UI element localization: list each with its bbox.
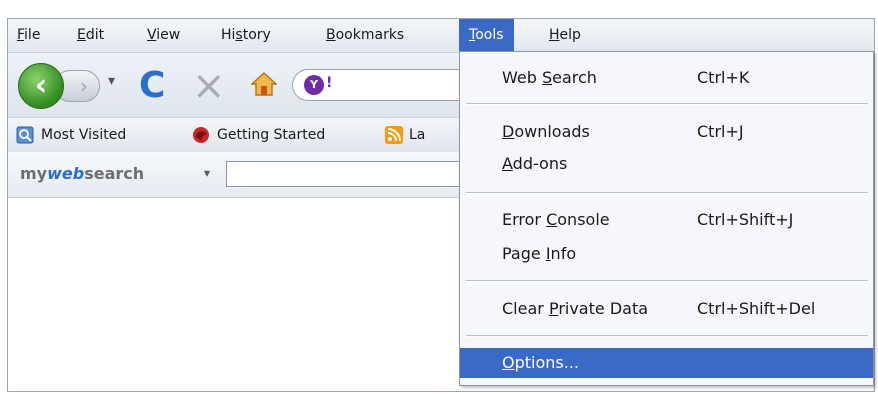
menu-item-web-search[interactable]: Web Search Ctrl+K	[460, 63, 873, 93]
search-engine-dropdown-icon[interactable]: ▾	[204, 166, 210, 180]
menu-item-add-ons[interactable]: Add-ons	[460, 149, 873, 179]
home-icon[interactable]	[251, 71, 277, 97]
menu-help[interactable]: Help	[549, 27, 581, 43]
menu-item-page-info[interactable]: Page Info	[460, 239, 873, 269]
menu-item-options[interactable]: Options...	[460, 348, 873, 378]
menu-bar: File Edit View History Bookmarks Tools H…	[8, 19, 874, 53]
menu-item-downloads[interactable]: Downloads Ctrl+J	[460, 117, 873, 147]
menu-file[interactable]: File	[17, 27, 40, 43]
menu-separator	[466, 103, 868, 105]
bookmark-getting-started[interactable]: Getting Started	[217, 127, 325, 143]
menu-view[interactable]: View	[147, 27, 180, 43]
most-visited-icon	[16, 126, 34, 144]
stop-icon[interactable]: ×	[192, 63, 226, 109]
history-dropdown-icon[interactable]: ▾	[108, 73, 115, 89]
menu-separator	[466, 335, 868, 337]
forward-arrow-icon: ›	[80, 74, 88, 98]
menu-item-error-console[interactable]: Error Console Ctrl+Shift+J	[460, 205, 873, 235]
back-arrow-icon: ‹	[34, 68, 48, 103]
back-button[interactable]: ‹	[18, 63, 64, 109]
menu-tools[interactable]: Tools	[459, 19, 514, 52]
menu-item-clear-private-data[interactable]: Clear Private Data Ctrl+Shift+Del	[460, 294, 873, 324]
menu-edit[interactable]: Edit	[77, 27, 104, 43]
bookmark-most-visited[interactable]: Most Visited	[41, 127, 126, 143]
menu-history[interactable]: History	[221, 27, 271, 43]
yahoo-icon: Y	[304, 75, 324, 95]
menu-bookmarks[interactable]: Bookmarks	[326, 27, 404, 43]
menu-separator	[466, 280, 868, 282]
mywebsearch-logo[interactable]: mywebsearch	[20, 164, 144, 183]
search-input[interactable]	[226, 161, 466, 187]
yahoo-exclamation: !	[326, 75, 333, 91]
rss-feed-icon	[385, 126, 403, 144]
bookmark-latest-headlines[interactable]: La	[409, 127, 425, 143]
tools-menu: Web Search Ctrl+K Downloads Ctrl+J Add-o…	[459, 51, 874, 386]
reload-icon[interactable]: C	[139, 65, 165, 106]
getting-started-icon	[193, 127, 209, 143]
menu-separator	[466, 192, 868, 194]
